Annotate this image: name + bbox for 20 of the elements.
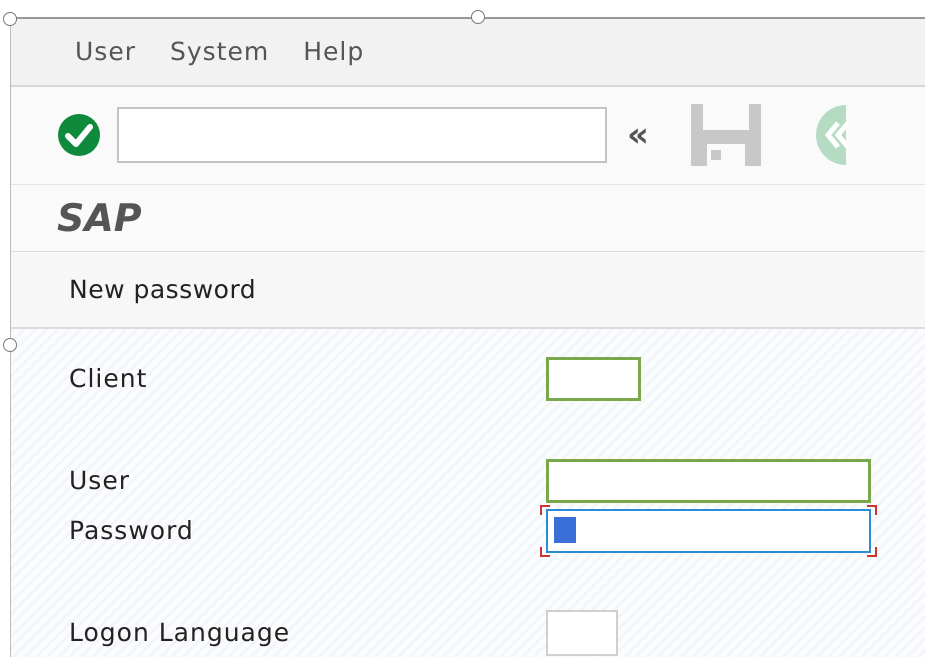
menu-item[interactable]: Help: [303, 37, 364, 66]
field-label: Logon Language: [69, 618, 292, 648]
resize-handle[interactable]: [471, 10, 485, 24]
input-field[interactable]: [546, 610, 618, 656]
collapse-button[interactable]: «: [627, 118, 649, 152]
screen-title: New password: [69, 274, 256, 304]
resize-handle[interactable]: [3, 12, 17, 26]
field-label: User: [69, 466, 131, 496]
input-field[interactable]: [540, 504, 877, 557]
field-label: Client: [69, 364, 148, 394]
input-field[interactable]: [546, 458, 871, 503]
app-title: SAP: [57, 196, 142, 240]
menu-item[interactable]: System: [170, 37, 270, 66]
resize-handle[interactable]: [3, 338, 17, 352]
save-icon[interactable]: [690, 104, 761, 166]
command-field[interactable]: [117, 107, 607, 164]
checkmark-icon[interactable]: [57, 113, 101, 158]
menu-item[interactable]: User: [75, 37, 136, 66]
field-label: Password: [69, 516, 195, 546]
input-field[interactable]: [546, 356, 641, 401]
